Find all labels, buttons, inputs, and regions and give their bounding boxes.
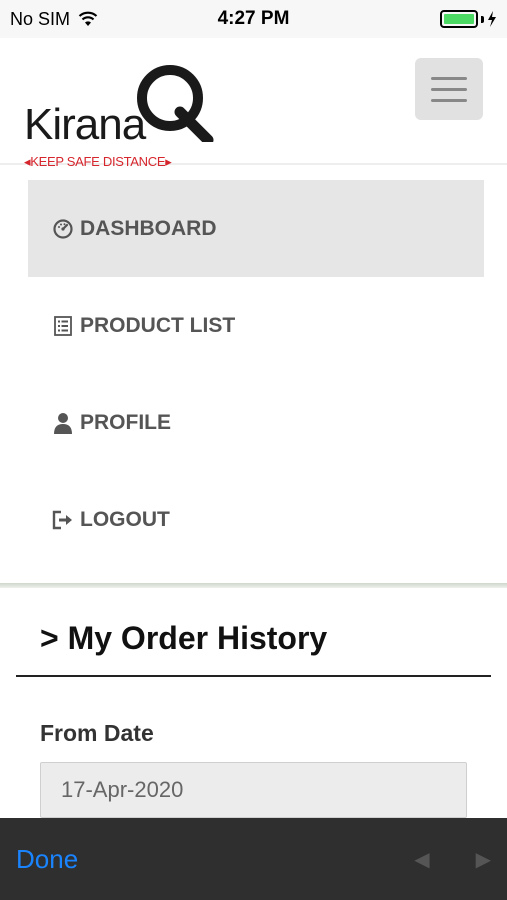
app-header: Kirana ◂KEEP SAFE DISTANCE▸: [0, 38, 507, 169]
battery-icon: [440, 10, 497, 28]
charging-bolt-icon: [488, 11, 496, 27]
from-date-input[interactable]: 17-Apr-2020: [40, 762, 467, 818]
status-left: No SIM: [10, 9, 98, 30]
nav-label-logout: LOGOUT: [80, 507, 170, 531]
hamburger-menu-icon-bar-2: [431, 87, 467, 91]
battery-fill: [444, 14, 474, 24]
user-icon: [52, 412, 74, 434]
dashboard-gauge-icon: [52, 218, 74, 240]
nav-label-profile: PROFILE: [80, 410, 172, 434]
logo-word: Kirana: [24, 100, 146, 149]
carrier-label: No SIM: [10, 8, 71, 29]
nav-item-logout[interactable]: LOGOUT: [28, 471, 484, 568]
hamburger-menu-icon-bar-3: [431, 98, 467, 102]
logo-q-mark: [137, 65, 214, 142]
status-bar: No SIM 4:27 PM: [0, 0, 507, 38]
nav-item-profile[interactable]: PROFILE: [28, 374, 484, 471]
battery-body: [440, 10, 478, 28]
wifi-icon: [78, 11, 98, 26]
done-button[interactable]: Done: [16, 844, 78, 875]
kiranaq-logo[interactable]: Kirana ◂KEEP SAFE DISTANCE▸: [22, 54, 222, 169]
next-field-arrow-icon[interactable]: ▶: [476, 847, 491, 872]
app-screen: No SIM 4:27 PM Kirana ◂KEEP SAFE DISTANC…: [0, 0, 507, 900]
nav-item-dashboard[interactable]: DASHBOARD: [28, 180, 484, 277]
nav-menu: DASHBOARD PRODUCT LIST PROFILE LOGOUT: [28, 180, 484, 568]
from-date-label: From Date: [40, 720, 154, 746]
title-divider: [16, 675, 491, 677]
logo-tagline: ◂KEEP SAFE DISTANCE▸: [24, 154, 172, 169]
hamburger-menu-icon-bar-1: [431, 76, 467, 80]
field-navigation: ◀ ▶: [414, 847, 491, 872]
page-title: > My Order History: [40, 620, 328, 656]
nav-item-product-list[interactable]: PRODUCT LIST: [28, 277, 484, 374]
hamburger-menu-button[interactable]: [415, 58, 483, 120]
battery-tip: [481, 15, 484, 23]
logout-icon: [52, 509, 74, 531]
list-icon: [52, 315, 74, 337]
nav-label-product-list: PRODUCT LIST: [80, 313, 236, 337]
nav-label-dashboard: DASHBOARD: [80, 216, 217, 240]
prev-field-arrow-icon[interactable]: ◀: [414, 847, 429, 872]
section-divider: [0, 583, 507, 588]
keyboard-accessory-bar: Done ◀ ▶: [0, 818, 507, 900]
